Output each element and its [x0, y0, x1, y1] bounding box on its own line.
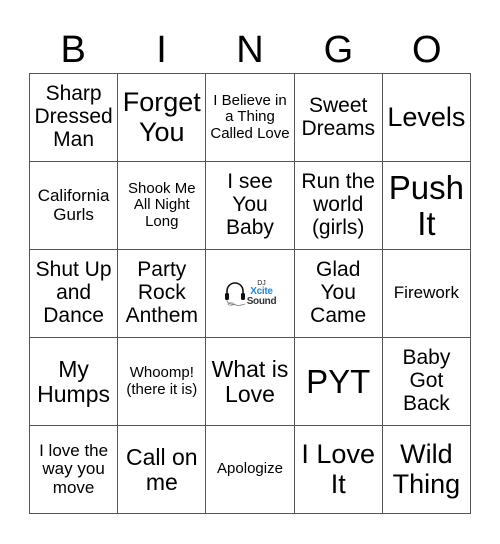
bingo-cell-label: Glad You Came — [310, 258, 367, 327]
bingo-cell[interactable]: Forget You — [118, 74, 207, 162]
bingo-cell-label: Run the world (girls) — [301, 170, 375, 239]
header-letter-o: O — [411, 29, 442, 71]
bingo-cell-label: I Believe in a Thing Called Love — [210, 92, 290, 142]
bingo-cell-label: Party Rock Anthem — [125, 258, 198, 327]
bingo-cell[interactable]: I Believe in a Thing Called Love — [206, 74, 295, 162]
bingo-cell-label: Firework — [393, 283, 459, 303]
bingo-cell-label: Levels — [387, 101, 466, 132]
bingo-cell[interactable]: I see You Baby — [206, 162, 295, 250]
bingo-cell[interactable]: California Gurls — [30, 162, 119, 250]
logo-brand-sound: Sound — [246, 296, 277, 307]
bingo-cell[interactable]: Sharp Dressed Man — [30, 74, 119, 162]
bingo-cell-label: I see You Baby — [226, 170, 274, 239]
bingo-cell-label: California Gurls — [37, 186, 110, 224]
bingo-cell[interactable]: Apologize — [206, 426, 295, 514]
bingo-cell-label: I love the way you move — [39, 440, 109, 497]
bingo-cell[interactable]: Run the world (girls) — [294, 162, 383, 250]
bingo-cell[interactable]: What is Love — [206, 338, 295, 426]
bingo-cell-label: Forget You — [122, 87, 201, 147]
bingo-cell-label: Shook Me All Night Long — [128, 180, 196, 230]
bingo-cell[interactable]: Levels — [382, 74, 471, 162]
bingo-cell-label: I Love It — [301, 439, 375, 499]
bingo-cell[interactable]: Whoomp! (there it is) — [118, 338, 207, 426]
bingo-cell[interactable]: PYT — [294, 338, 383, 426]
bingo-cell-free-space[interactable]: DJ Xcite Sound — [206, 250, 295, 338]
bingo-cell-label: Shut Up and Dance — [35, 258, 112, 327]
bingo-cell[interactable]: Shook Me All Night Long — [118, 162, 207, 250]
bingo-cell-label: Sharp Dressed Man — [34, 82, 113, 151]
bingo-cell[interactable]: My Humps — [30, 338, 119, 426]
bingo-cell[interactable]: Party Rock Anthem — [118, 250, 207, 338]
bingo-cell-label: Sweet Dreams — [301, 93, 375, 140]
bingo-cell-label: What is Love — [211, 355, 289, 407]
bingo-cell[interactable]: Wild Thing — [382, 426, 471, 514]
bingo-header: B I N G O — [29, 28, 471, 73]
logo-text: DJ Xcite Sound — [247, 280, 277, 307]
bingo-cell-label: Wild Thing — [392, 439, 461, 499]
bingo-cell[interactable]: Push It — [382, 162, 471, 250]
bingo-cell[interactable]: I love the way you move — [30, 426, 119, 514]
header-letter-g: G — [323, 29, 354, 71]
bingo-cell[interactable]: Glad You Came — [294, 250, 383, 338]
bingo-cell-label: My Humps — [37, 355, 111, 407]
header-letter-i: I — [156, 29, 167, 71]
header-letter-b: B — [60, 29, 86, 71]
header-letter-n: N — [236, 29, 264, 71]
bingo-grid: Sharp Dressed Man Forget You I Believe in … — [29, 73, 471, 514]
dj-xcitesound-logo: DJ Xcite Sound — [207, 279, 292, 309]
logo-brand: Xcite Sound — [247, 287, 277, 307]
bingo-cell[interactable]: Call on me — [118, 426, 207, 514]
bingo-cell-label: PYT — [306, 362, 371, 400]
bingo-cell[interactable]: Baby Got Back — [382, 338, 471, 426]
headphones-icon — [224, 281, 245, 306]
bingo-cell[interactable]: I Love It — [294, 426, 383, 514]
bingo-cell-label: Whoomp! (there it is) — [126, 364, 198, 398]
bingo-cell-label: Push It — [388, 168, 464, 242]
bingo-cell-label: Apologize — [217, 460, 283, 478]
bingo-cell[interactable]: Firework — [382, 250, 471, 338]
bingo-cell[interactable]: Shut Up and Dance — [30, 250, 119, 338]
bingo-cell-label: Baby Got Back — [402, 346, 451, 415]
bingo-cell[interactable]: Sweet Dreams — [294, 74, 383, 162]
bingo-cell-label: Call on me — [125, 443, 198, 495]
